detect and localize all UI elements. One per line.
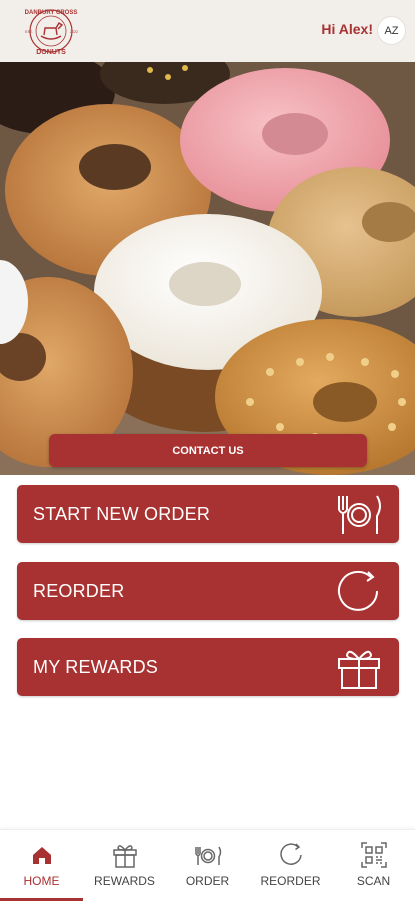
app-header: DANBURY CROSS EST. 2022 DONUTS Hi Alex! … [0, 0, 415, 62]
start-new-order-button[interactable]: START NEW ORDER [17, 485, 399, 543]
tab-reorder[interactable]: REORDER [249, 830, 332, 901]
fork-plate-knife-icon [195, 846, 222, 865]
logo-bottom-text: DONUTS [36, 49, 66, 56]
tab-rewards[interactable]: REWARDS [83, 830, 166, 901]
home-icon [33, 847, 51, 864]
user-avatar[interactable]: AZ [377, 16, 406, 45]
logo-top-text: DANBURY CROSS [25, 10, 78, 16]
tab-order-label: ORDER [185, 874, 230, 888]
reorder-label: REORDER [33, 581, 125, 601]
tab-rewards-label: REWARDS [94, 874, 155, 888]
tab-scan[interactable]: SCAN [332, 830, 415, 901]
rocking-horse-logo-icon: DANBURY CROSS EST. 2022 DONUTS [25, 9, 78, 56]
logo-est-text: EST. [25, 30, 33, 34]
reorder-button[interactable]: REORDER [17, 562, 399, 620]
tab-home[interactable]: HOME [0, 830, 83, 901]
gift-icon [113, 845, 137, 868]
tab-scan-label: SCAN [356, 874, 391, 888]
logo-year-text: 2022 [70, 30, 78, 34]
brand-logo[interactable]: DANBURY CROSS EST. 2022 DONUTS [16, 4, 86, 58]
user-greeting: Hi Alex! [321, 21, 373, 37]
tab-order[interactable]: ORDER [166, 830, 249, 901]
contact-us-button[interactable]: CONTACT US [49, 434, 367, 467]
my-rewards-button[interactable]: MY REWARDS [17, 638, 399, 696]
fork-plate-knife-icon [338, 495, 381, 534]
donuts-illustration [0, 62, 415, 475]
hero-donut-photo [0, 62, 415, 475]
tab-home-label: HOME [23, 874, 60, 888]
my-rewards-label: MY REWARDS [33, 657, 159, 677]
bottom-tab-bar: HOME REWARDS ORDER REORDER SCAN [0, 829, 415, 901]
start-new-order-label: START NEW ORDER [33, 504, 211, 524]
tab-reorder-label: REORDER [260, 874, 321, 888]
gift-icon [338, 650, 380, 689]
refresh-icon [338, 570, 378, 611]
qr-scan-icon [361, 842, 387, 868]
refresh-icon [280, 843, 302, 865]
